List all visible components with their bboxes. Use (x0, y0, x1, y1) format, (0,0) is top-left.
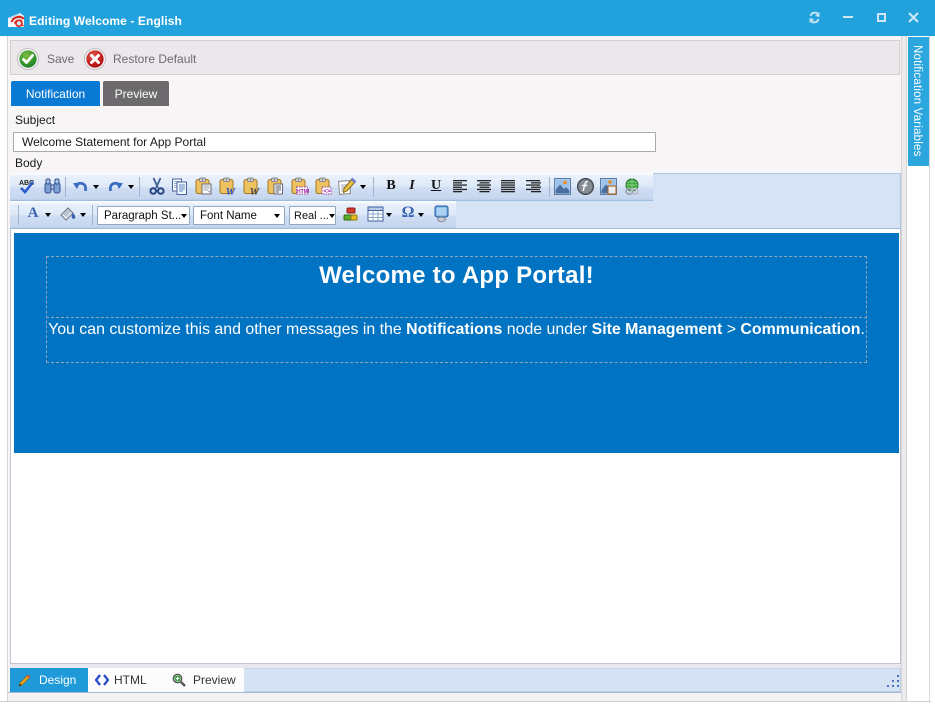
svg-text:HTML: HTML (297, 189, 309, 195)
svg-text:W: W (250, 186, 261, 196)
svg-text:W: W (226, 186, 237, 196)
svg-text:<>: <> (324, 189, 332, 195)
